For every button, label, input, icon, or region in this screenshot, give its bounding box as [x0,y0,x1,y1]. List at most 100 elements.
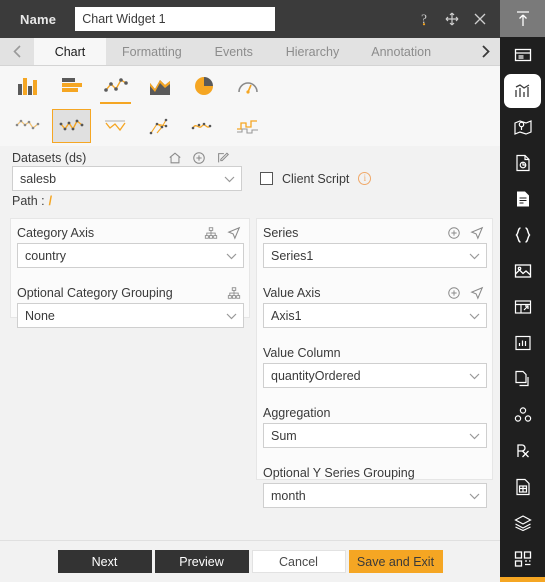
tabs-next-arrow[interactable] [470,38,500,65]
save-and-exit-button[interactable]: Save and Exit [348,550,443,573]
area-chart-icon[interactable] [140,69,179,103]
preview-button[interactable]: Preview [154,550,249,573]
next-button[interactable]: Next [57,550,152,573]
aggregation-label: Aggregation [263,406,331,420]
pie-chart-icon[interactable] [184,69,223,103]
edit-icon[interactable] [216,151,230,165]
add-circle-icon[interactable] [447,286,461,300]
series-select[interactable]: Series1 [263,243,487,268]
code-widget-icon[interactable] [500,217,545,253]
line-marker-icon[interactable] [52,109,91,143]
info-icon[interactable]: i [358,172,372,185]
tabs-prev-arrow[interactable] [0,38,34,65]
y-series-grouping-group: Optional Y Series Grouping month [257,459,492,514]
series-icons [447,226,486,240]
send-icon[interactable] [470,226,484,240]
tab-annotation-label: Annotation [371,44,432,59]
line-chart-icon[interactable] [96,69,135,104]
download-icon[interactable] [500,577,545,582]
home-icon[interactable] [168,151,182,165]
client-script-label: Client Script [282,171,350,186]
datasets-label-row: Datasets (ds) [0,148,500,166]
tab-chart[interactable]: Chart [34,38,106,65]
category-axis-select[interactable]: country [17,243,244,268]
hierarchy-icon[interactable] [227,286,241,300]
value-column-label: Value Column [263,346,341,360]
datasets-label: Datasets (ds) [12,151,87,165]
datasets-icons [168,151,230,165]
layers-widget-icon[interactable] [500,505,545,541]
aggregation-group: Aggregation Sum [257,399,492,454]
copy-widget-icon[interactable] [500,361,545,397]
value-axis-label: Value Axis [263,286,321,300]
series-panel: Series Series1 Value Axis Axis1 Value Co… [256,218,493,508]
prescription-widget-icon[interactable] [500,433,545,469]
chart-type-picker [0,66,500,146]
line-smooth-icon[interactable] [184,109,223,143]
column-chart-icon[interactable] [8,69,47,103]
chart-type-row-variants [0,106,500,146]
y-series-grouping-label: Optional Y Series Grouping [263,466,415,480]
kpi-widget-icon[interactable] [500,325,545,361]
y-series-grouping-select[interactable]: month [263,483,487,508]
line-range-icon[interactable] [96,109,135,143]
form-widget-icon[interactable] [500,289,545,325]
image-widget-icon[interactable] [500,253,545,289]
client-script-group: Client Script i [260,171,372,186]
category-grouping-group: Optional Category Grouping None [11,279,249,334]
category-axis-icons [204,226,243,240]
group-widget-icon[interactable] [500,397,545,433]
chart-widget-editor: Name ? [0,0,545,582]
add-circle-icon[interactable] [192,151,206,165]
tab-formatting-label: Formatting [122,44,182,59]
category-panel: Category Axis country Optional Category … [10,218,250,328]
tab-events[interactable]: Events [198,38,270,65]
add-circle-icon[interactable] [447,226,461,240]
move-icon[interactable] [444,11,460,27]
category-grouping-select[interactable]: None [17,303,244,328]
tab-chart-label: Chart [54,44,86,59]
client-script-checkbox[interactable] [260,172,273,185]
step-line-icon[interactable] [228,109,267,143]
datasets-section: Datasets (ds) salesb Client Script i Pat… [0,148,500,210]
value-axis-select[interactable]: Axis1 [263,303,487,328]
dataset-path: Path : / [0,191,500,208]
cancel-button[interactable]: Cancel [251,550,346,573]
line-plain-icon[interactable] [8,109,47,143]
tab-formatting[interactable]: Formatting [106,38,198,65]
category-axis-label: Category Axis [17,226,95,240]
tab-hierarchy-label: Hierarchy [285,44,340,59]
category-grouping-icons [227,286,243,300]
bar-chart-icon[interactable] [52,69,91,103]
value-column-select[interactable]: quantityOrdered [263,363,487,388]
widget-name-input[interactable] [75,7,276,31]
category-axis-value: country [25,248,66,263]
line-scatter-connected-icon[interactable] [140,109,179,143]
help-icon[interactable]: ? [416,11,432,27]
category-grouping-value: None [25,308,55,323]
chart-type-row-primary [0,66,500,106]
widget-panel-icon[interactable] [500,37,545,73]
tab-annotation[interactable]: Annotation [355,38,447,65]
aggregation-select[interactable]: Sum [263,423,487,448]
datasheet-widget-icon[interactable] [500,469,545,505]
report-widget-icon[interactable] [500,145,545,181]
series-label: Series [263,226,299,240]
chart-widget-icon[interactable] [500,73,545,109]
send-icon[interactable] [227,226,241,240]
dashboard-widget-icon[interactable] [500,541,545,577]
map-widget-icon[interactable] [500,109,545,145]
send-icon[interactable] [470,286,484,300]
collapse-up-icon[interactable] [500,0,545,37]
gauge-chart-icon[interactable] [228,69,267,103]
value-column-value: quantityOrdered [271,368,361,383]
hierarchy-icon[interactable] [204,226,218,240]
tab-hierarchy[interactable]: Hierarchy [270,38,356,65]
datasets-select[interactable]: salesb [12,166,242,191]
series-value: Series1 [271,248,314,263]
document-widget-icon[interactable] [500,181,545,217]
category-grouping-label: Optional Category Grouping [17,286,173,300]
close-icon[interactable] [472,11,488,27]
dataset-path-label: Path : [12,194,45,208]
y-series-grouping-value: month [271,488,306,503]
